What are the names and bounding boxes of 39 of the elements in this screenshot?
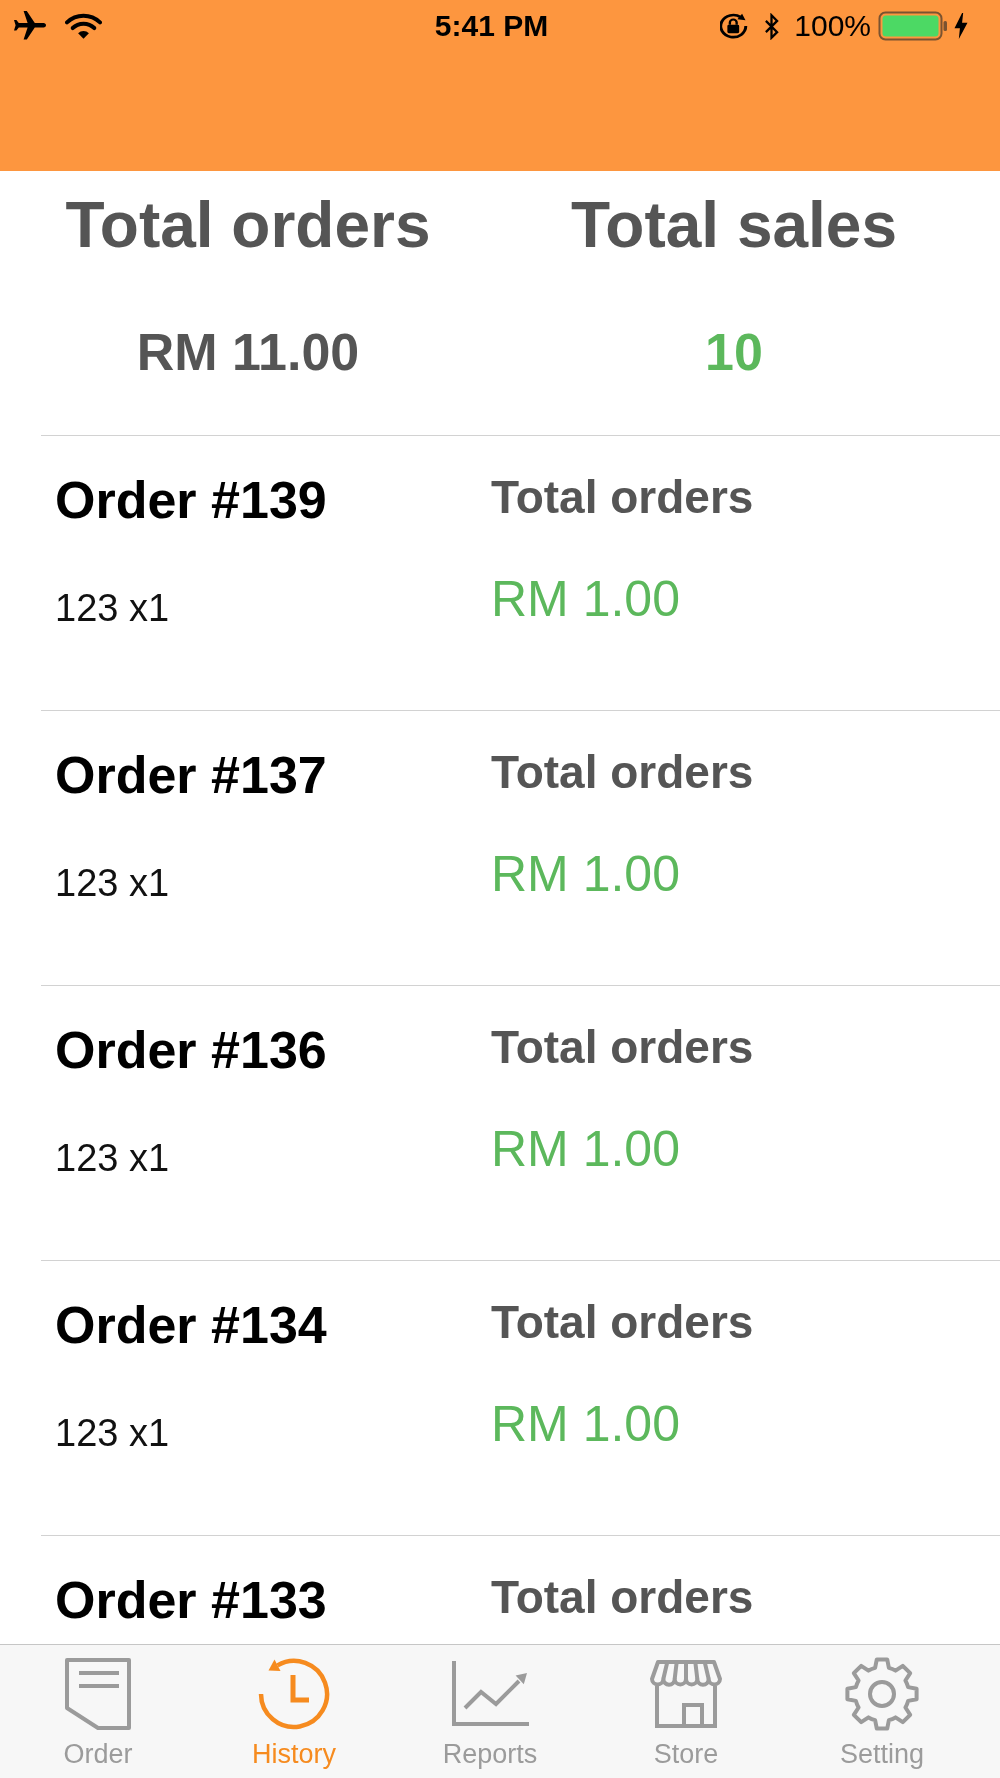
order-title: Order #139 — [55, 470, 327, 531]
summary-label: Total orders — [65, 188, 431, 263]
total-label: Total orders — [491, 1570, 754, 1625]
battery-icon — [878, 11, 948, 41]
battery-percentage: 100% — [794, 11, 871, 41]
order-total: RM 1.00 — [491, 1120, 680, 1180]
charging-bolt-icon — [953, 13, 969, 39]
tab[interactable]: History — [196, 1645, 392, 1778]
airplane-icon — [14, 11, 46, 41]
total-label: Total orders — [491, 1020, 754, 1075]
order-items: 123 x1 — [55, 861, 170, 907]
summary-label: Total sales — [570, 188, 898, 263]
order-total: RM 1.00 — [491, 845, 680, 905]
tab[interactable]: Setting — [784, 1645, 980, 1778]
order-title: Order #137 — [55, 745, 327, 806]
line-chart-icon — [451, 1660, 529, 1727]
order-items: 123 x1 — [55, 1136, 170, 1182]
document-icon — [64, 1656, 132, 1731]
bluetooth-icon — [763, 12, 781, 40]
storefront-icon — [650, 1658, 722, 1729]
order-title: Order #133 — [55, 1570, 327, 1631]
rotation-lock-icon — [720, 13, 749, 39]
order-title: Order #136 — [55, 1020, 327, 1081]
settings-icon — [844, 1655, 920, 1732]
order-total: RM 1.00 — [491, 570, 680, 630]
tab[interactable]: Reports — [392, 1645, 588, 1778]
tab[interactable]: Order — [0, 1645, 196, 1778]
order-items: 123 x1 — [55, 1411, 170, 1457]
tab[interactable]: Store — [588, 1645, 784, 1778]
summary-value: RM 11.00 — [136, 321, 360, 383]
summary-value: 10 — [705, 321, 763, 383]
status-time: 5:41 PM — [434, 11, 549, 41]
total-label: Total orders — [491, 470, 754, 525]
total-label: Total orders — [491, 745, 754, 800]
order-total: RM 1.00 — [491, 1395, 680, 1455]
total-label: Total orders — [491, 1295, 754, 1350]
order-items: 123 x1 — [55, 586, 170, 632]
order-title: Order #134 — [55, 1295, 327, 1356]
wifi-icon — [65, 12, 102, 40]
